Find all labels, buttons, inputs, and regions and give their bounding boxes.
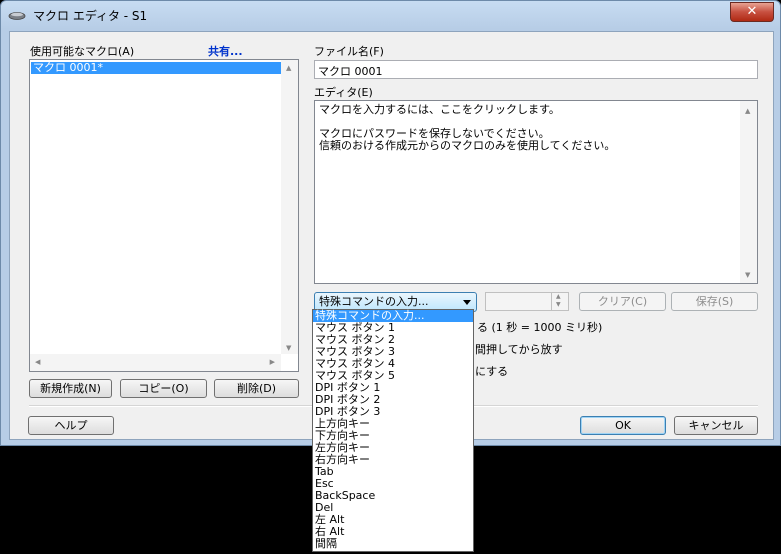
new-macro-button[interactable]: 新規作成(N) bbox=[29, 379, 112, 398]
clear-button[interactable]: クリア(C) bbox=[579, 292, 666, 311]
delay-spinner[interactable]: ▲ ▼ bbox=[485, 292, 569, 311]
dropdown-option[interactable]: 右 Alt bbox=[313, 526, 473, 538]
scroll-up-icon[interactable]: ▲ bbox=[745, 105, 750, 117]
dropdown-option[interactable]: 間隔 bbox=[313, 538, 473, 550]
list-vertical-scrollbar[interactable]: ▲ ▼ bbox=[281, 60, 298, 354]
special-command-dropdown-list[interactable]: 特殊コマンドの入力... マウス ボタン 1 マウス ボタン 2 マウス ボタン… bbox=[312, 309, 474, 552]
scroll-left-icon[interactable]: ◀ bbox=[35, 358, 40, 366]
ok-button[interactable]: OK bbox=[580, 416, 666, 435]
save-button[interactable]: 保存(S) bbox=[671, 292, 758, 311]
close-button[interactable]: ✕ bbox=[730, 2, 774, 22]
spin-up-icon[interactable]: ▲ bbox=[556, 293, 561, 300]
scroll-right-icon[interactable]: ▶ bbox=[270, 358, 275, 366]
macro-editor-textarea[interactable]: マクロを入力するには、ここをクリックします。 マクロにパスワードを保存しないでく… bbox=[314, 100, 758, 284]
editor-scrollbar[interactable]: ▲ ▼ bbox=[740, 101, 757, 283]
window-title: マクロ エディタ - S1 bbox=[33, 9, 148, 23]
chevron-down-icon[interactable] bbox=[463, 300, 471, 305]
editor-line: マクロを入力するには、ここをクリックします。 bbox=[319, 103, 560, 116]
scroll-up-icon[interactable]: ▲ bbox=[286, 64, 291, 72]
repeat-option-text: にする bbox=[475, 365, 509, 378]
mouse-icon bbox=[8, 12, 26, 20]
copy-macro-button[interactable]: コピー(O) bbox=[120, 379, 207, 398]
scroll-down-icon[interactable]: ▼ bbox=[745, 269, 750, 281]
spin-down-icon[interactable]: ▼ bbox=[556, 301, 561, 308]
dropdown-option[interactable]: BackSpace bbox=[313, 490, 473, 502]
filename-label: ファイル名(F) bbox=[314, 45, 384, 58]
spinner-arrows[interactable]: ▲ ▼ bbox=[551, 293, 568, 310]
share-link[interactable]: 共有... bbox=[208, 43, 243, 59]
editor-label: エディタ(E) bbox=[314, 86, 373, 99]
delete-macro-button[interactable]: 削除(D) bbox=[214, 379, 299, 398]
scroll-down-icon[interactable]: ▼ bbox=[286, 344, 291, 352]
delay-option-text: る (1 秒 = 1000 ミリ秒) bbox=[477, 321, 603, 334]
filename-field[interactable]: マクロ 0001 bbox=[314, 60, 758, 79]
dropdown-option[interactable]: 右方向キー bbox=[313, 454, 473, 466]
editor-line: 信頼のおける作成元からのマクロのみを使用してください。 bbox=[319, 139, 616, 152]
available-macros-label: 使用可能なマクロ(A) bbox=[30, 45, 135, 58]
cancel-button[interactable]: キャンセル bbox=[674, 416, 758, 435]
dropdown-option[interactable]: Tab bbox=[313, 466, 473, 478]
special-command-value: 特殊コマンドの入力... bbox=[319, 295, 429, 308]
help-button[interactable]: ヘルプ bbox=[28, 416, 114, 435]
macro-list[interactable]: マクロ 0001* ▲ ▼ ◀ ▶ bbox=[29, 59, 299, 372]
title-bar[interactable]: マクロ エディタ - S1 ✕ bbox=[1, 1, 780, 29]
list-horizontal-scrollbar[interactable]: ◀ ▶ bbox=[30, 354, 281, 371]
list-item[interactable]: マクロ 0001* bbox=[31, 62, 283, 74]
hold-option-text: 間押してから放す bbox=[475, 343, 563, 356]
